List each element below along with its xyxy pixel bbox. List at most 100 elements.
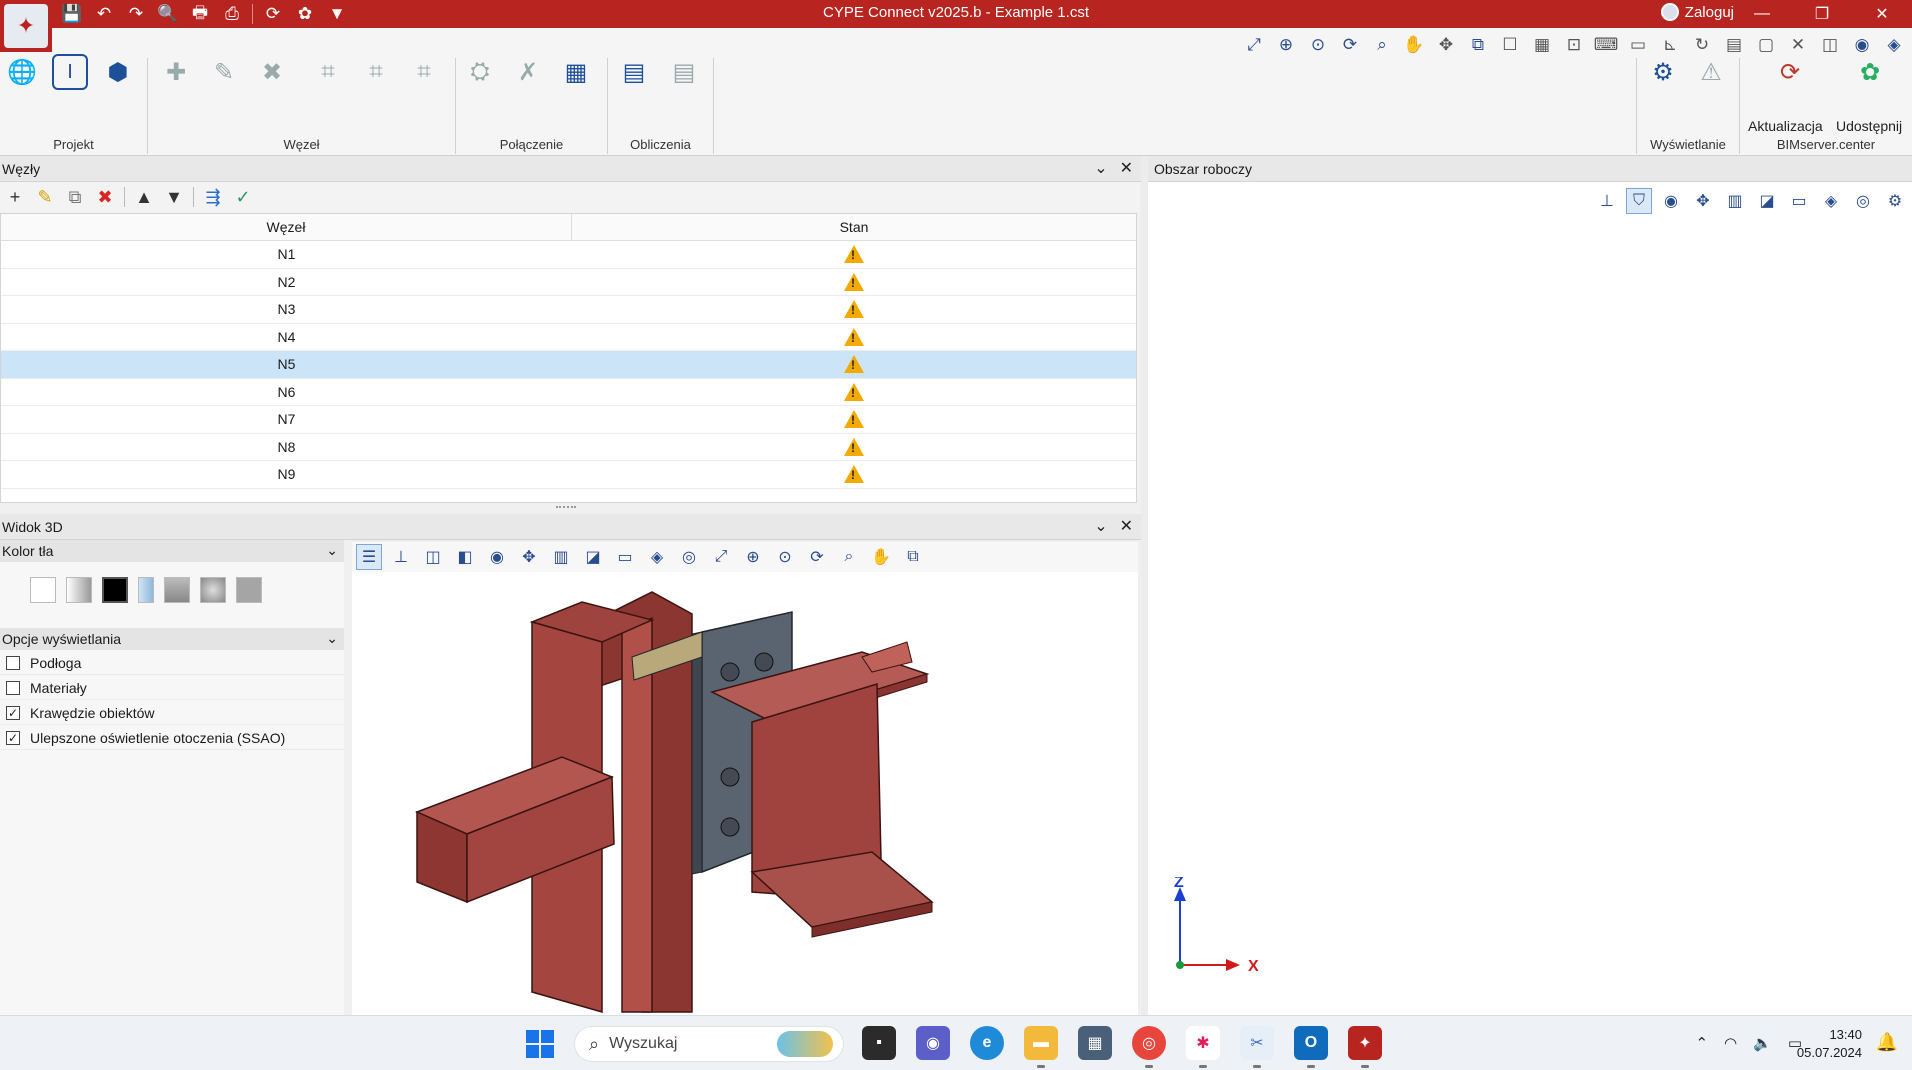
calculate-report-button[interactable]: ▤	[664, 52, 704, 92]
eye-rotate-icon[interactable]: ◉	[1658, 188, 1684, 214]
connection-view-button[interactable]: ▦	[556, 52, 596, 92]
column-header-node[interactable]: Węzeł	[1, 214, 572, 240]
orbit-icon[interactable]: ✥	[1432, 32, 1460, 58]
node-tool-3-button[interactable]: ⌗	[404, 52, 444, 92]
add-node-button[interactable]: +	[4, 186, 26, 208]
calculate-button[interactable]: ▤	[614, 52, 654, 92]
display-settings-button[interactable]: ⚙	[1643, 52, 1683, 92]
box-view-2-icon[interactable]: ◧	[452, 544, 478, 570]
work-area[interactable]: Z X	[1148, 182, 1912, 1015]
copy-node-button[interactable]: ⧉	[64, 186, 86, 208]
section-icon[interactable]: ▥	[548, 544, 574, 570]
pan-icon[interactable]: ✋	[868, 544, 894, 570]
connection-add-button[interactable]: ⛭	[460, 52, 500, 92]
chrome-icon[interactable]: ◎	[1132, 1026, 1166, 1068]
import-node-button[interactable]: ⇶	[202, 186, 224, 208]
section-icon[interactable]: ▥	[1722, 188, 1748, 214]
column-header-state[interactable]: Stan	[572, 214, 1136, 240]
swatch-blue-gradient[interactable]	[138, 577, 154, 603]
edge-icon[interactable]: e	[970, 1026, 1004, 1060]
table-row[interactable]: N4	[1, 324, 1136, 351]
swatch-gray-gradient[interactable]	[66, 577, 92, 603]
layers-icon[interactable]: ☰	[356, 544, 382, 570]
close-icon[interactable]: ✕	[1120, 158, 1133, 178]
swatch-black[interactable]	[102, 577, 128, 603]
option-materialy[interactable]: Materiały	[0, 676, 344, 700]
zoom-all-icon[interactable]: ⊕	[1272, 32, 1300, 58]
chevron-up-icon[interactable]: ⌃	[1695, 1034, 1708, 1052]
login-button[interactable]: Zaloguj	[1660, 3, 1734, 21]
snap-icon[interactable]: ⊡	[1560, 32, 1588, 58]
notification-bell-icon[interactable]: 🔔	[1876, 1032, 1898, 1053]
taskbar-search[interactable]: ⌕ Wyszukaj	[574, 1026, 844, 1062]
zoom-icon[interactable]: ⊙	[772, 544, 798, 570]
edit-node-button[interactable]: ✎	[34, 186, 56, 208]
3d-view-icon[interactable]: ⚙	[1882, 188, 1908, 214]
cype-connect-icon[interactable]: ✦	[1348, 1026, 1382, 1068]
delete-node-button[interactable]: ✖	[94, 186, 116, 208]
node-edit-button[interactable]: ✎	[204, 52, 244, 92]
chevron-down-icon[interactable]: ⌄	[1094, 516, 1107, 536]
option-ssao[interactable]: ✓ Ulepszone oświetlenie otoczenia (SSAO)	[0, 726, 344, 750]
node-delete-button[interactable]: ✖	[252, 52, 292, 92]
display-warnings-button[interactable]: ⚠	[1691, 52, 1731, 92]
table-row[interactable]: N9	[1, 461, 1136, 489]
axes-icon[interactable]: ⊥	[1594, 188, 1620, 214]
task-view-icon[interactable]: ▪	[862, 1026, 896, 1060]
zoom-window-icon[interactable]: ⤢	[1240, 32, 1268, 58]
outlook-icon[interactable]: O	[1294, 1026, 1328, 1068]
layers-stack-icon[interactable]: ◈	[1818, 188, 1844, 214]
table-row[interactable]: N2	[1, 269, 1136, 296]
zoom-all-icon[interactable]: ⊕	[740, 544, 766, 570]
option-podloga[interactable]: Podłoga	[0, 651, 344, 675]
connection-delete-button[interactable]: ✗	[508, 52, 548, 92]
frame-icon[interactable]: ☐	[1496, 32, 1524, 58]
fit-view-icon[interactable]: ⧉	[900, 544, 926, 570]
plane-icon[interactable]: ◪	[580, 544, 606, 570]
checkbox-krawedzie[interactable]: ✓	[6, 705, 20, 720]
teams-icon[interactable]: ◉	[916, 1026, 950, 1060]
snipping-tool-icon[interactable]: ✂	[1240, 1026, 1274, 1068]
slack-icon[interactable]: ✱	[1186, 1026, 1220, 1068]
checkbox-ssao[interactable]: ✓	[6, 730, 20, 745]
table-row[interactable]: N6	[1, 379, 1136, 406]
volume-icon[interactable]: 🔈	[1753, 1034, 1772, 1052]
display-options-section[interactable]: Opcje wyświetlania ⌄	[0, 628, 344, 650]
layout-icon[interactable]: ◫	[1816, 32, 1844, 58]
calculator-icon[interactable]: ▦	[1078, 1026, 1112, 1060]
visibility-icon[interactable]: ◎	[1850, 188, 1876, 214]
project-info-button[interactable]: I	[50, 52, 90, 92]
zoom-search-icon[interactable]: ⌕	[1368, 32, 1396, 58]
rotate-icon[interactable]: ⟳	[804, 544, 830, 570]
window-icon[interactable]: ▭	[1786, 188, 1812, 214]
node-tool-1-button[interactable]: ⌗	[308, 52, 348, 92]
table-row[interactable]: N3	[1, 296, 1136, 324]
keyboard-icon[interactable]: ⌨	[1592, 32, 1620, 58]
eye-rotate-icon[interactable]: ◉	[484, 544, 510, 570]
checkbox-podloga[interactable]	[6, 655, 20, 670]
grid-icon[interactable]: ▦	[1528, 32, 1556, 58]
zoom-search-icon[interactable]: ⌕	[836, 544, 862, 570]
move-down-button[interactable]: ▼	[163, 186, 185, 208]
table-row[interactable]: N8	[1, 434, 1136, 461]
swatch-white[interactable]	[30, 577, 56, 603]
window-icon[interactable]: ▭	[612, 544, 638, 570]
close-icon[interactable]: ✕	[1120, 516, 1133, 536]
udostepnij-button[interactable]: ✿	[1850, 52, 1890, 92]
box-view-icon[interactable]: ◫	[420, 544, 446, 570]
table-row-selected[interactable]: N5	[1, 351, 1136, 379]
background-color-section[interactable]: Kolor tła ⌄	[0, 540, 344, 562]
table-row[interactable]: N7	[1, 406, 1136, 434]
3d-viewport[interactable]	[352, 572, 1138, 1015]
orbit-icon[interactable]: ✥	[1690, 188, 1716, 214]
rotate-icon[interactable]: ⟳	[1336, 32, 1364, 58]
plane-icon[interactable]: ◪	[1754, 188, 1780, 214]
windows-start-icon[interactable]	[526, 1030, 556, 1058]
check-node-button[interactable]: ✓	[232, 186, 254, 208]
restore-button[interactable]: ❐	[1792, 0, 1852, 28]
orbit-icon[interactable]: ✥	[516, 544, 542, 570]
swatch-medium-gray[interactable]	[236, 577, 262, 603]
pan-icon[interactable]: ✋	[1400, 32, 1428, 58]
aktualizacja-button[interactable]: ⟳	[1770, 52, 1810, 92]
chevron-down-icon[interactable]: ⌄	[1094, 158, 1107, 178]
